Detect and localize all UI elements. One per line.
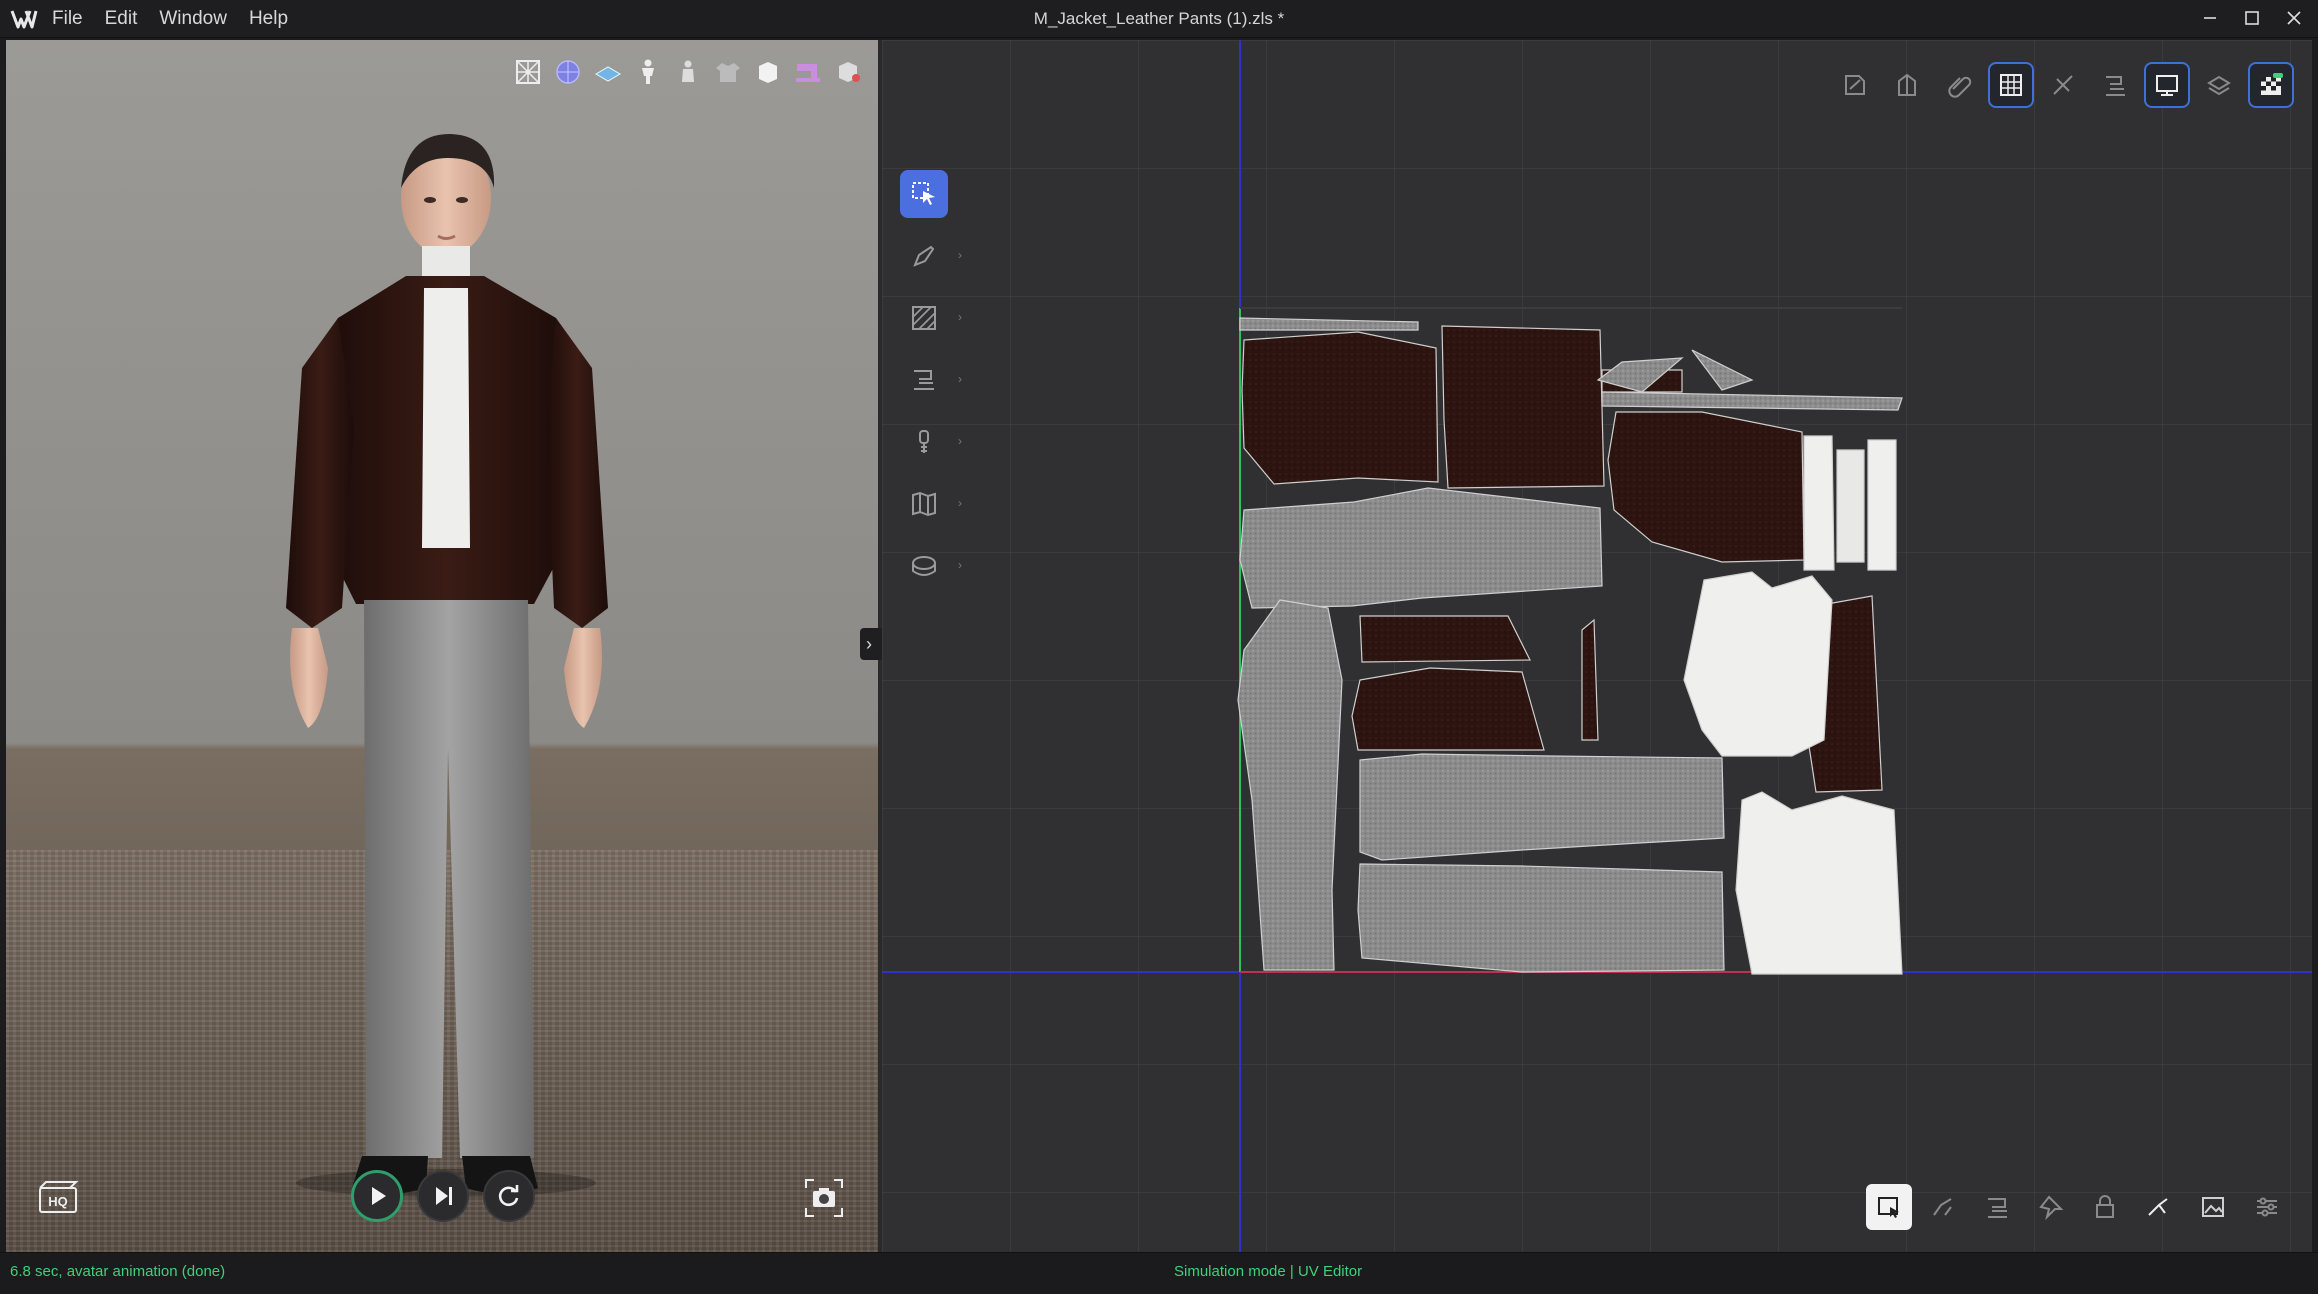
status-bar: 6.8 sec, avatar animation (done) Simulat… xyxy=(0,1252,2318,1294)
box-icon[interactable] xyxy=(752,56,784,88)
camera-icon xyxy=(805,1179,843,1217)
uv-shell-icon xyxy=(1898,73,1916,96)
uv-layout-button[interactable] xyxy=(1832,62,1878,108)
3d-viewport[interactable]: HQ xyxy=(6,40,878,1252)
menu-help[interactable]: Help xyxy=(249,8,288,30)
reset-button[interactable] xyxy=(483,1170,535,1222)
stack-tool-icon xyxy=(1988,1198,2007,1218)
lock-tool-icon xyxy=(2096,1195,2114,1218)
select-tool-button[interactable] xyxy=(1866,1184,1912,1230)
pin-tool-icon xyxy=(2039,1195,2064,1221)
lock-tool-button[interactable] xyxy=(2082,1184,2128,1230)
seam-icon xyxy=(2106,76,2125,96)
settings-tool-icon xyxy=(2257,1197,2277,1217)
uv-canvas[interactable] xyxy=(882,40,2312,1252)
attach-button[interactable] xyxy=(1936,62,1982,108)
hatch-icon xyxy=(912,306,936,330)
transform-tool-icon xyxy=(1933,1198,1952,1216)
floor-plane-icon[interactable] xyxy=(592,56,624,88)
playback-controls xyxy=(351,1170,535,1222)
cube-lighting-icon[interactable] xyxy=(832,56,864,88)
image-tool-button[interactable] xyxy=(2190,1184,2236,1230)
pin-tool-button[interactable] xyxy=(2028,1184,2074,1230)
play-button[interactable] xyxy=(351,1170,403,1222)
texture-hatch-tool[interactable]: › xyxy=(900,294,962,342)
garment-icon[interactable] xyxy=(712,56,744,88)
zipper-tool[interactable]: › xyxy=(900,418,962,466)
uv-editor[interactable]: › › › › › › xyxy=(882,40,2312,1252)
reset-icon xyxy=(498,1185,519,1207)
fold-icon xyxy=(912,491,936,517)
mode-indicator: Simulation mode | UV Editor xyxy=(1174,1263,1363,1280)
minimize-icon[interactable] xyxy=(2200,8,2220,28)
pen-icon xyxy=(913,245,935,267)
snap-off-button[interactable] xyxy=(2040,62,2086,108)
uv-shell-button[interactable] xyxy=(1884,62,1930,108)
stack-tool-button[interactable] xyxy=(1974,1184,2020,1230)
screenshot-button[interactable] xyxy=(802,1176,846,1220)
maximize-icon[interactable] xyxy=(2242,8,2262,28)
zipper-icon xyxy=(919,430,929,453)
avatar-silhouette-icon[interactable] xyxy=(672,56,704,88)
checker-icon xyxy=(2261,73,2283,95)
app-logo-icon[interactable] xyxy=(10,8,38,30)
layers-button[interactable] xyxy=(2196,62,2242,108)
window-controls xyxy=(2200,8,2304,28)
menu-window[interactable]: Window xyxy=(159,8,227,30)
hq-label: HQ xyxy=(48,1194,68,1209)
attach-icon xyxy=(1948,76,1972,98)
menu-edit[interactable]: Edit xyxy=(105,8,138,30)
menu-file[interactable]: File xyxy=(52,8,83,30)
grid-toggle-icon xyxy=(2000,74,2022,96)
uv-left-toolbar: › › › › › › xyxy=(900,170,962,590)
play-icon xyxy=(372,1187,386,1205)
grid-toggle-button[interactable] xyxy=(1988,62,2034,108)
tape-measure-icon xyxy=(912,556,936,576)
fold-map-tool[interactable]: › xyxy=(900,480,962,528)
close-icon[interactable] xyxy=(2284,8,2304,28)
preview-icon xyxy=(2156,75,2178,96)
hq-render-button[interactable]: HQ xyxy=(36,1178,80,1216)
uv-top-toolbar xyxy=(1832,62,2294,108)
preview-button[interactable] xyxy=(2144,62,2190,108)
title-bar: File Edit Window Help M_Jacket_Leather P… xyxy=(0,0,2318,38)
uv-islands xyxy=(1237,317,1903,975)
sewing-machine-icon[interactable] xyxy=(792,56,824,88)
select-move-icon xyxy=(912,182,935,205)
pattern-texture-icon[interactable] xyxy=(512,56,544,88)
sewing-tool[interactable]: › xyxy=(900,356,962,404)
unfold-tool-icon xyxy=(2148,1198,2168,1216)
unfold-tool-button[interactable] xyxy=(2136,1184,2182,1230)
menu-bar: File Edit Window Help xyxy=(52,0,288,38)
step-forward-icon xyxy=(436,1187,452,1205)
checker-button[interactable] xyxy=(2248,62,2294,108)
snap-off-icon xyxy=(2053,75,2073,95)
avatar-icon[interactable] xyxy=(632,56,664,88)
pen-tool[interactable]: › xyxy=(900,232,962,280)
seam-button[interactable] xyxy=(2092,62,2138,108)
settings-tool-button[interactable] xyxy=(2244,1184,2290,1230)
uv-layout-icon xyxy=(1845,75,1865,95)
uv-bottom-toolbar xyxy=(1866,1184,2290,1230)
image-tool-icon xyxy=(2202,1197,2224,1217)
viewport-toolbar xyxy=(512,56,864,88)
fabric-sphere-icon[interactable] xyxy=(552,56,584,88)
chevron-right-icon[interactable]: › xyxy=(866,634,872,655)
window-title: M_Jacket_Leather Pants (1).zls * xyxy=(1033,9,1285,28)
sewing-icon xyxy=(914,370,934,390)
step-forward-button[interactable] xyxy=(417,1170,469,1222)
transform-tool-button[interactable] xyxy=(1920,1184,1966,1230)
tape-measure-tool[interactable]: › xyxy=(900,542,962,590)
status-message: 6.8 sec, avatar animation (done) xyxy=(10,1263,226,1280)
layers-icon xyxy=(2207,75,2231,96)
select-move-tool[interactable] xyxy=(900,170,948,218)
select-tool-icon xyxy=(1878,1197,1899,1218)
avatar-model[interactable] xyxy=(256,128,636,1208)
